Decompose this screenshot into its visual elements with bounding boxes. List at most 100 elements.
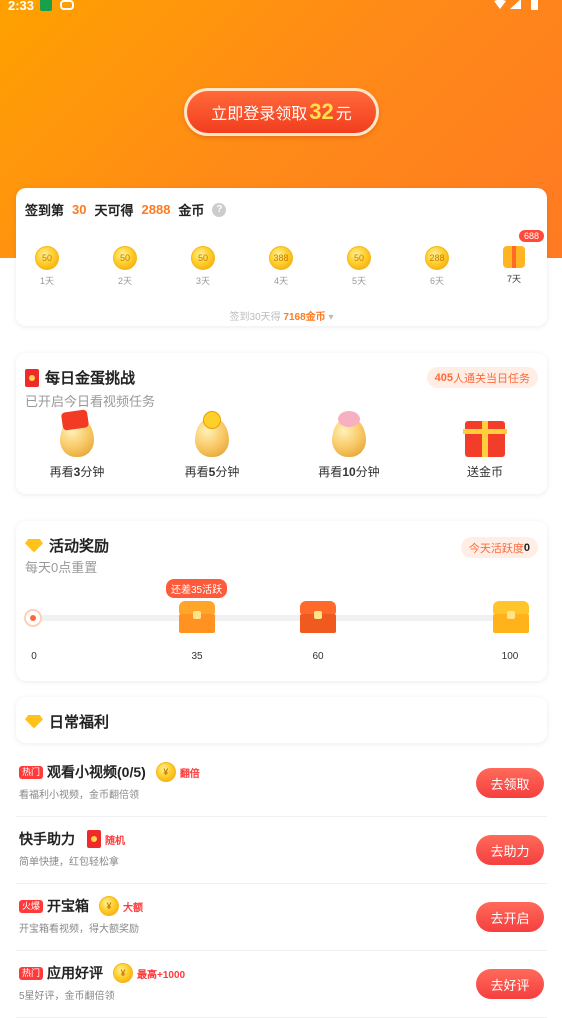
checkin-total[interactable]: 签到30天得 7168金币 ▾ — [16, 308, 547, 323]
day-label: 1天 — [39, 276, 54, 286]
coin-icon: ¥ — [155, 762, 176, 782]
egg-challenge-pill: 405 人通关当日任务 — [426, 367, 538, 388]
task-title: 热门 观看小视频(0/5) ¥ 翻倍 — [19, 762, 200, 782]
task-row: 热门 应用好评 ¥ 最高+1000 5星好评，金币翻倍领 去好评 — [16, 951, 547, 1018]
activity-pill: 今天活跃度 0 — [460, 537, 538, 558]
egg-item-4[interactable]: 送金币 — [440, 417, 530, 480]
daily-title: 日常福利 — [25, 711, 109, 732]
coin-icon: 50 — [35, 246, 59, 270]
egg-label: 再看3分钟 — [49, 465, 105, 479]
reward-note: 随机 — [105, 835, 125, 847]
day-label: 7天 — [506, 274, 521, 284]
checkin-card: 签到第 30 天可得 2888 金币 ? 50 1天 50 2天 50 3天 3… — [16, 188, 547, 326]
red-envelope-icon — [87, 830, 101, 848]
claim-button[interactable]: 去领取 — [476, 768, 544, 798]
hot-tag: 热门 — [19, 966, 44, 980]
egg-item-3[interactable]: 再看10分钟 — [304, 411, 394, 480]
tick-label: 35 — [191, 651, 203, 662]
signal-icon — [510, 0, 521, 9]
checkin-day-4: 388 4天 — [261, 246, 301, 287]
checkin-day-6: 288 6天 — [417, 246, 457, 287]
remaining-tip: 还差35活跃 — [166, 579, 228, 598]
task-desc: 简单快捷，红包轻松拿 — [19, 857, 119, 868]
egg-challenge-title: 每日金蛋挑战 — [25, 367, 135, 388]
task-row: 火爆 开宝箱 ¥ 大额 开宝箱看视频，得大额奖励 去开启 — [16, 884, 547, 951]
tick-label: 0 — [31, 651, 37, 662]
activity-title-text: 活动奖励 — [49, 538, 110, 555]
coin-icon: 50 — [113, 246, 137, 270]
diamond-icon — [25, 538, 43, 553]
checkin-prefix: 签到第 — [25, 203, 65, 218]
coin-icon: ¥ — [99, 896, 120, 916]
egg-label: 再看10分钟 — [318, 465, 380, 479]
egg-item-2[interactable]: 再看5分钟 — [167, 411, 257, 480]
checkin-day-count: 30 — [72, 202, 87, 217]
golden-egg-icon — [60, 409, 94, 457]
task-desc: 看福利小视频，金币翻倍领 — [19, 790, 139, 801]
egg-challenge-title-text: 每日金蛋挑战 — [45, 370, 136, 387]
checkin-mid: 天可得 — [94, 203, 134, 218]
day-label: 6天 — [429, 276, 444, 286]
task-desc: 5星好评，金币翻倍领 — [19, 991, 115, 1002]
red-envelope-icon — [25, 368, 39, 387]
reward-note: 大额 — [123, 902, 144, 914]
gamepad-icon — [60, 0, 74, 10]
day-label: 4天 — [273, 276, 288, 286]
open-chest-button[interactable]: 去开启 — [476, 902, 544, 932]
treasure-chest-icon[interactable] — [300, 601, 336, 633]
day-7-reward-badge: 688 — [519, 230, 545, 242]
coin-icon: ¥ — [113, 963, 134, 983]
egg-item-1[interactable]: 再看3分钟 — [32, 409, 122, 480]
assist-button[interactable]: 去助力 — [476, 835, 544, 865]
coin-icon: 288 — [425, 246, 449, 270]
app-notification-icon — [40, 0, 52, 11]
activity-title: 活动奖励 — [25, 535, 109, 556]
task-title-text: 应用好评 — [47, 965, 104, 981]
review-button[interactable]: 去好评 — [476, 969, 544, 999]
wifi-icon — [494, 0, 506, 9]
golden-egg-icon — [195, 411, 229, 457]
chevron-down-icon: ▾ — [328, 312, 334, 323]
checkin-total-prefix: 签到30天得 — [229, 312, 281, 323]
login-label: 立即登录领取 — [211, 106, 308, 123]
checkin-days: 50 1天 50 2天 50 3天 388 4天 50 5天 288 6天 68… — [16, 230, 547, 296]
checkin-day-2: 50 2天 — [105, 246, 145, 287]
pill-count: 405 — [434, 371, 453, 384]
egg-challenge-subtitle: 已开启今日看视频任务 — [25, 394, 156, 409]
task-row: 快手助力 随机 简单快捷，红包轻松拿 去助力 — [16, 817, 547, 884]
help-icon[interactable]: ? — [212, 202, 227, 217]
task-title: 快手助力 随机 — [19, 829, 125, 849]
task-title: 火爆 开宝箱 ¥ 大额 — [19, 896, 143, 916]
login-claim-button[interactable]: 立即登录领取 32 元 — [184, 88, 379, 136]
egg-label: 送金币 — [466, 465, 503, 479]
task-title-text: 开宝箱 — [47, 898, 90, 914]
hot-tag: 热门 — [19, 765, 44, 779]
checkin-day-5: 50 5天 — [339, 246, 379, 287]
diamond-icon — [25, 714, 43, 729]
egg-challenge-card: 每日金蛋挑战 已开启今日看视频任务 405 人通关当日任务 再看3分钟 再看5分… — [16, 353, 547, 494]
coin-icon: 50 — [191, 246, 215, 270]
hot-tag: 火爆 — [19, 899, 44, 913]
progress-start-dot — [24, 609, 42, 627]
pill-text: 人通关当日任务 — [453, 372, 530, 385]
day-label: 2天 — [117, 276, 132, 286]
checkin-title: 签到第 30 天可得 2888 金币 ? — [25, 200, 227, 219]
checkin-total-value: 7168金币 — [283, 312, 326, 323]
progress-track — [34, 615, 529, 621]
activity-card: 活动奖励 每天0点重置 今天活跃度 0 还差35活跃 0 35 60 100 — [16, 521, 547, 681]
treasure-chest-icon[interactable] — [179, 601, 215, 633]
daily-welfare-header: 日常福利 — [16, 697, 547, 743]
tick-label: 60 — [312, 651, 324, 662]
pill-text: 今天活跃度 — [468, 542, 524, 555]
daily-task-list: 热门 观看小视频(0/5) ¥ 翻倍 看福利小视频，金币翻倍领 去领取 快手助力… — [16, 750, 547, 1018]
pill-value: 0 — [523, 541, 530, 554]
gift-box-icon — [463, 421, 507, 457]
coin-icon: 388 — [269, 246, 293, 270]
login-amount: 32 — [309, 99, 334, 124]
checkin-day-1: 50 1天 — [27, 246, 67, 287]
checkin-day-7: 688 7天 — [494, 230, 545, 285]
treasure-chest-icon[interactable] — [493, 601, 529, 633]
task-desc: 开宝箱看视频，得大额奖励 — [19, 924, 139, 935]
golden-egg-icon — [332, 411, 366, 457]
coin-icon: 50 — [347, 246, 371, 270]
